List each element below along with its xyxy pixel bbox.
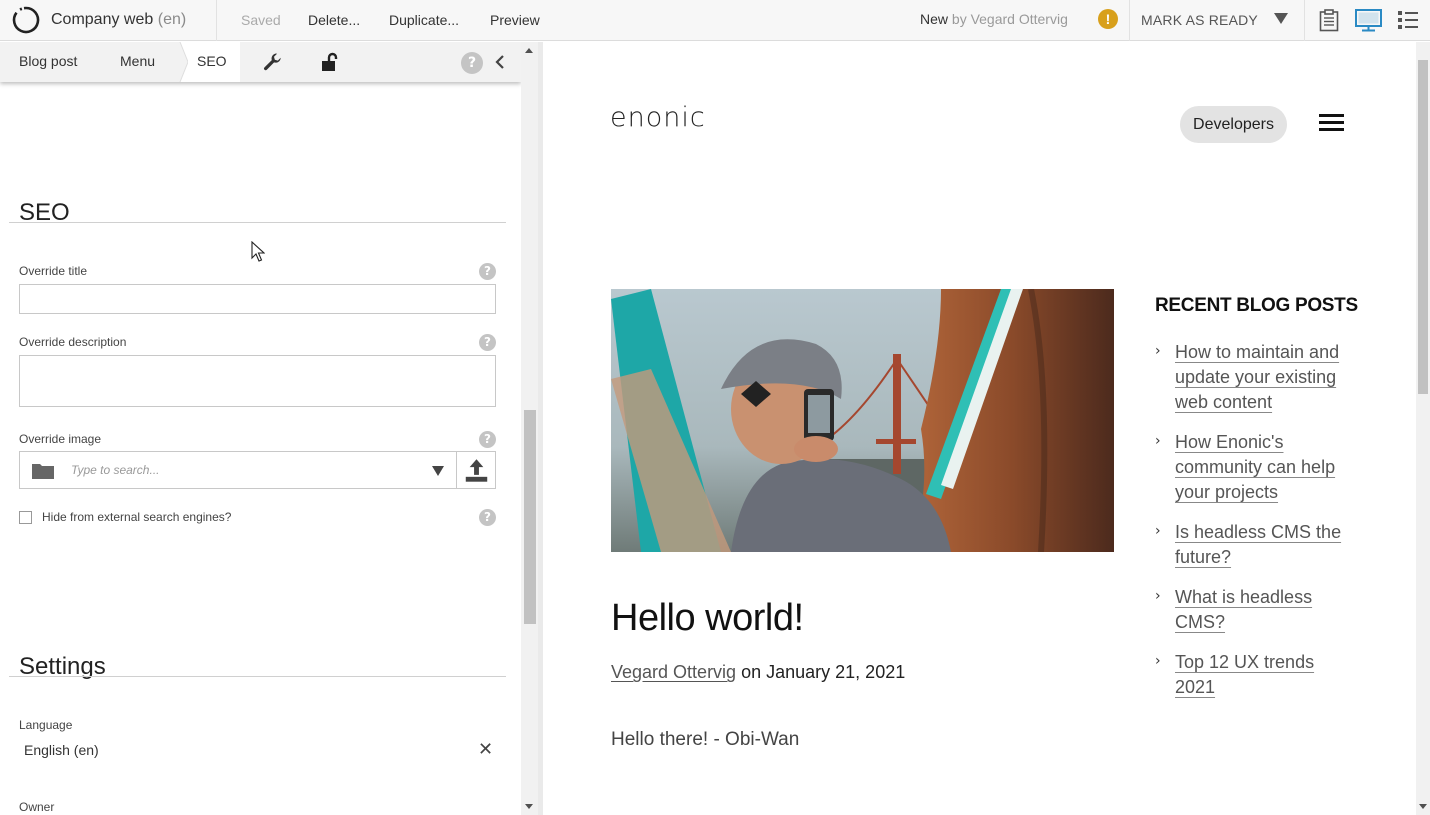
scroll-down-arrow[interactable] [525, 804, 533, 809]
toolbar-divider [1304, 0, 1305, 41]
duplicate-button[interactable]: Duplicate... [389, 12, 459, 28]
recent-post-link[interactable]: What is headless CMS? [1175, 585, 1355, 635]
app-title-text: Company web [51, 11, 154, 28]
recent-post-link[interactable]: Top 12 UX trends 2021 [1175, 650, 1355, 700]
post-excerpt: Hello there! - Obi-Wan [611, 729, 800, 750]
language-value: English (en) [24, 742, 99, 758]
wrench-icon[interactable] [262, 51, 284, 73]
help-icon[interactable]: ? [479, 431, 496, 448]
scroll-down-arrow[interactable] [1419, 804, 1427, 809]
list-icon[interactable] [1397, 8, 1419, 32]
post-byline: Vegard Ottervig on January 21, 2021 [611, 662, 905, 683]
override-title-label: Override title [19, 264, 88, 278]
warning-icon[interactable]: ! [1098, 9, 1118, 29]
site-logo[interactable]: enonic [610, 102, 706, 133]
tab-blog-post[interactable]: Blog post [19, 53, 77, 69]
image-selector: Type to search... [19, 451, 496, 489]
page-preview: enonic Developers Hello world! Vegard Ot… [543, 42, 1416, 815]
desktop-icon[interactable] [1355, 8, 1382, 32]
top-toolbar: Company web (en) Saved Delete... Duplica… [0, 0, 1430, 41]
help-icon[interactable]: ? [479, 334, 496, 351]
help-icon[interactable]: ? [479, 263, 496, 280]
developers-button[interactable]: Developers [1180, 106, 1287, 143]
recent-posts-heading: RECENT BLOG POSTS [1155, 295, 1358, 316]
collapse-panel-icon[interactable] [494, 55, 506, 69]
status-indicator: New by Vegard Ottervig [920, 11, 1068, 27]
dropdown-caret-icon[interactable] [1274, 13, 1288, 24]
override-title-input[interactable] [19, 284, 496, 314]
chevron-right-icon: › [1155, 523, 1161, 539]
owner-label: Owner [19, 800, 55, 814]
hamburger-menu-icon[interactable] [1319, 114, 1344, 132]
hide-from-search-label[interactable]: Hide from external search engines? [42, 510, 231, 524]
toolbar-divider [1129, 0, 1130, 41]
language-label: Language [19, 718, 73, 732]
saved-button: Saved [241, 12, 281, 28]
section-divider [9, 676, 506, 677]
override-image-label: Override image [19, 432, 102, 446]
post-date: on January 21, 2021 [741, 662, 906, 682]
upload-icon[interactable] [456, 452, 496, 488]
logo-icon[interactable] [11, 5, 41, 35]
scroll-up-arrow[interactable] [525, 48, 533, 53]
scrollbar-thumb[interactable] [1418, 60, 1428, 394]
status-label: New [920, 11, 949, 27]
help-icon[interactable]: ? [479, 509, 496, 526]
author-link[interactable]: Vegard Ottervig [611, 662, 736, 682]
hero-image [611, 289, 1114, 552]
form-scrollbar[interactable] [521, 42, 538, 815]
form-tabs-bar: Blog post Menu SEO ? [0, 42, 521, 82]
post-title: Hello world! [611, 597, 804, 639]
app-title-lang: (en) [157, 11, 187, 28]
content-form-panel: Blog post Menu SEO ? SEO Override title … [0, 42, 521, 815]
preview-scrollbar[interactable] [1416, 42, 1430, 815]
clipboard-icon[interactable] [1317, 8, 1341, 32]
recent-post-link[interactable]: Is headless CMS the future? [1175, 520, 1355, 570]
tab-menu[interactable]: Menu [120, 53, 155, 69]
chevron-right-icon: › [1155, 588, 1161, 604]
folder-icon [32, 464, 54, 479]
chevron-right-icon: › [1155, 343, 1161, 359]
section-divider [9, 222, 506, 223]
hide-from-search-checkbox[interactable] [19, 511, 32, 524]
help-icon[interactable]: ? [461, 52, 483, 74]
chevron-right-icon: › [1155, 433, 1161, 449]
tab-separator [176, 42, 188, 82]
remove-language-icon[interactable]: ✕ [478, 740, 493, 758]
unlock-icon[interactable] [319, 51, 341, 73]
image-search-input[interactable]: Type to search... [71, 463, 159, 477]
chevron-right-icon: › [1155, 653, 1161, 669]
scrollbar-thumb[interactable] [524, 410, 536, 624]
override-description-input[interactable] [19, 355, 496, 407]
tab-seo[interactable]: SEO [197, 53, 227, 69]
recent-post-link[interactable]: How Enonic's community can help your pro… [1175, 430, 1355, 505]
recent-post-link[interactable]: How to maintain and update your existing… [1175, 340, 1355, 415]
toolbar-divider [216, 0, 217, 41]
override-description-label: Override description [19, 335, 127, 349]
mark-as-ready-button[interactable]: MARK AS READY [1141, 12, 1258, 28]
dropdown-arrow-icon[interactable] [432, 466, 444, 476]
app-title: Company web (en) [51, 11, 186, 29]
status-author: by Vegard Ottervig [951, 11, 1068, 27]
delete-button[interactable]: Delete... [308, 12, 360, 28]
preview-button[interactable]: Preview [490, 12, 540, 28]
